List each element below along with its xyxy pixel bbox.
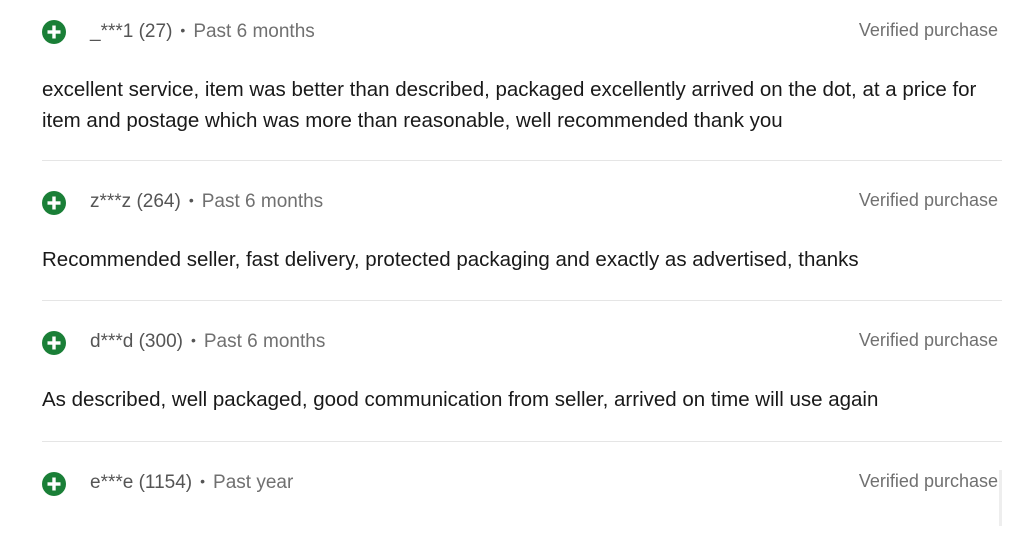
verified-purchase-label: Verified purchase [858, 471, 998, 491]
feedback-comment: excellent service, item was better than … [42, 78, 977, 132]
feedback-item: e***e (1154) • Past year Verified purchase [42, 442, 1002, 538]
username[interactable]: _***1 [90, 21, 133, 42]
user-line: z***z (264) • Past 6 months [90, 188, 323, 214]
feedback-time: Past 6 months [201, 191, 324, 212]
username[interactable]: d***d [90, 331, 133, 352]
feedback-score: (300) [138, 331, 183, 352]
feedback-item: d***d (300) • Past 6 months Verified purch… [42, 301, 1002, 442]
feedback-score: (1154) [138, 472, 193, 493]
verified-purchase-label: Verified purchase [858, 190, 998, 210]
positive-rating-icon [42, 472, 66, 496]
positive-rating-icon [42, 331, 66, 355]
positive-rating-icon [42, 20, 66, 44]
feedback-comment: As described, well packaged, good commun… [42, 388, 879, 411]
feedback-time: Past year [213, 472, 294, 493]
feedback-time: Past 6 months [203, 331, 326, 352]
user-line: _***1 (27) • Past 6 months [90, 18, 315, 44]
separator-dot: • [188, 192, 194, 208]
feedback-time: Past 6 months [193, 21, 315, 42]
verified-purchase-label: Verified purchase [858, 330, 998, 350]
user-line: e***e (1154) • Past year [90, 469, 293, 495]
scrollbar-edge[interactable] [999, 470, 1002, 526]
feedback-item: _***1 (27) • Past 6 months Verified purcha… [42, 0, 1002, 161]
feedback-score: (27) [138, 21, 173, 42]
verified-purchase-label: Verified purchase [858, 20, 998, 40]
username[interactable]: z***z [90, 191, 131, 212]
separator-dot: • [190, 332, 196, 348]
feedback-score: (264) [136, 191, 181, 212]
separator-dot: • [200, 473, 206, 489]
username[interactable]: e***e [90, 472, 133, 493]
feedback-comment: Recommended seller, fast delivery, prote… [42, 248, 859, 271]
separator-dot: • [180, 22, 186, 38]
feedback-item: z***z (264) • Past 6 months Verified purch… [42, 161, 1002, 301]
user-line: d***d (300) • Past 6 months [90, 328, 325, 354]
positive-rating-icon [42, 191, 66, 215]
feedback-list: _***1 (27) • Past 6 months Verified purcha… [42, 0, 1002, 538]
